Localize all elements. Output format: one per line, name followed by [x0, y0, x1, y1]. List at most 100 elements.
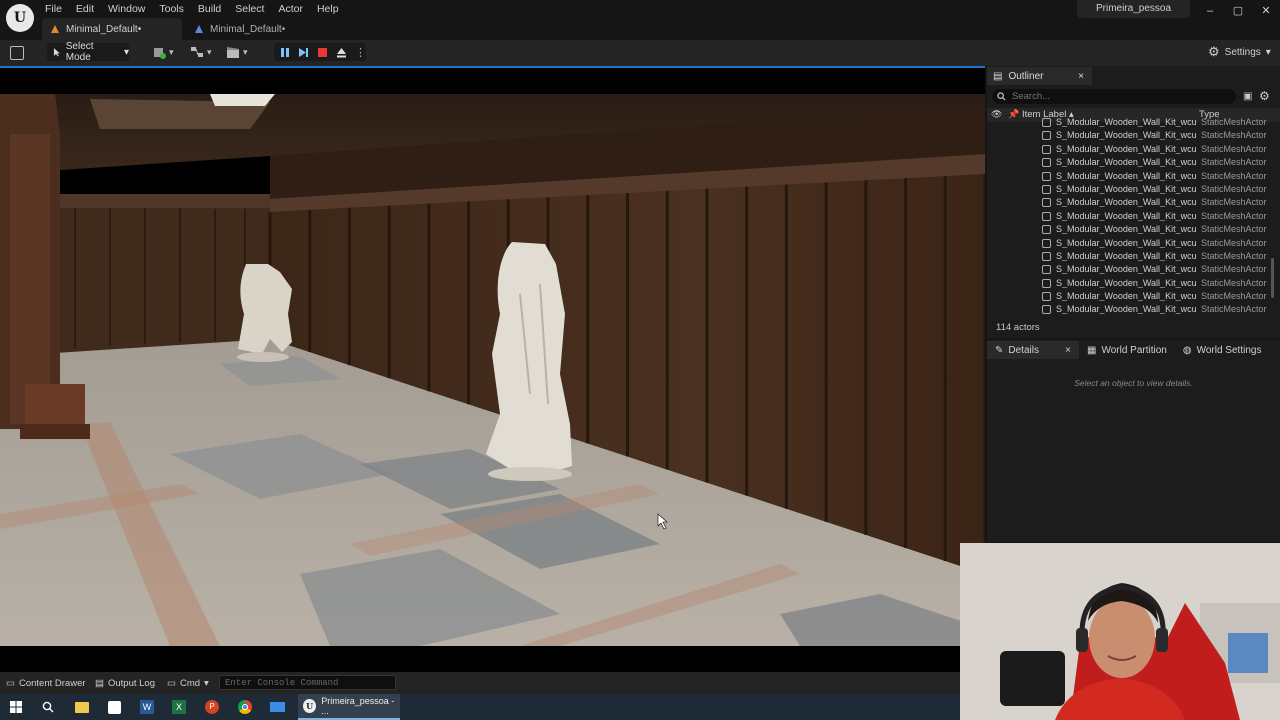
chevron-down-icon: ▾ [207, 46, 212, 57]
static-mesh-icon [1042, 131, 1051, 141]
outliner-row[interactable]: S_Modular_Wooden_Wall_Kit_wcusdi StaticMe… [987, 170, 1272, 183]
row-label: S_Modular_Wooden_Wall_Kit_wcusdi [1056, 197, 1196, 208]
outliner-row[interactable]: S_Modular_Wooden_Wall_Kit_wcusdi StaticMe… [987, 210, 1272, 223]
world-settings-label: World Settings [1196, 344, 1262, 356]
static-mesh-icon [1042, 171, 1051, 181]
menu-file[interactable]: File [38, 0, 69, 16]
row-type: StaticMeshActor [1201, 170, 1267, 181]
project-name: Primeira_pessoa [1077, 0, 1190, 18]
outliner-row[interactable]: S_Modular_Wooden_Wall_Kit_wcusdi StaticMe… [987, 156, 1272, 169]
cmd-dropdown[interactable]: ▭ Cmd ▾ [167, 675, 209, 691]
chevron-down-icon: ▾ [1265, 46, 1271, 58]
outliner-row[interactable]: S_Modular_Wooden_Wall_Kit_wcusdi StaticMe… [987, 303, 1272, 316]
outliner-row[interactable]: S_Modular_Wooden_Wall_Kit_wcusdi StaticMe… [987, 129, 1272, 142]
menu-window[interactable]: Window [101, 0, 152, 16]
content-drawer-button[interactable]: ▭ Content Drawer [6, 675, 86, 691]
cinematics-button[interactable]: ▾ [226, 44, 248, 60]
select-mode-dropdown[interactable]: Select Mode ▾ [47, 41, 129, 63]
webcam-overlay [960, 543, 1280, 720]
close-button[interactable]: ✕ [1252, 0, 1280, 22]
maximize-button[interactable]: ▢ [1224, 0, 1252, 22]
chevron-down-icon: ▾ [169, 46, 174, 57]
row-label: S_Modular_Wooden_Wall_Kit_wcusdi [1056, 264, 1196, 275]
outliner-row[interactable]: S_Modular_Wooden_Wall_Kit_wcusdi StaticMe… [987, 277, 1272, 290]
outliner-row[interactable]: S_Modular_Wooden_Wall_Kit_wcusdi StaticMe… [987, 223, 1272, 236]
word-icon[interactable]: W [136, 696, 158, 718]
store-icon[interactable] [103, 696, 125, 718]
row-type: StaticMeshActor [1201, 264, 1267, 275]
console-input[interactable] [220, 676, 395, 690]
tab-level-secondary[interactable]: Minimal_Default• [186, 18, 296, 40]
console-command-field[interactable] [219, 675, 396, 690]
content-drawer-icon: ▭ [6, 677, 15, 689]
minimize-button[interactable]: – [1196, 0, 1224, 22]
more-options-icon[interactable]: ⋮ [355, 46, 366, 59]
tab-level-active[interactable]: Minimal_Default• [42, 18, 182, 40]
menu-tools[interactable]: Tools [152, 0, 191, 16]
taskbar-unreal-app[interactable]: U Primeira_pessoa - ... [298, 694, 400, 720]
tab-details[interactable]: ✎ Details × [987, 341, 1079, 359]
menu-select[interactable]: Select [228, 0, 271, 16]
outliner-row[interactable]: S_Modular_Wooden_Wall_Kit_wcusdi StaticMe… [987, 143, 1272, 156]
row-label: S_Modular_Wooden_Wall_Kit_wcusdi [1056, 183, 1196, 194]
chrome-icon[interactable] [234, 696, 256, 718]
outliner-row[interactable]: S_Modular_Wooden_Wall_Kit_wcusdi StaticMe… [987, 196, 1272, 209]
outliner-row[interactable]: S_Modular_Wooden_Wall_Kit_wcusdi StaticMe… [987, 290, 1272, 303]
menu-edit[interactable]: Edit [69, 0, 101, 16]
settings-button[interactable]: ⚙ Settings ▾ [1208, 43, 1271, 61]
tab-world-partition[interactable]: ▦ World Partition [1079, 341, 1175, 359]
menu-help[interactable]: Help [310, 0, 346, 16]
add-actor-button[interactable]: ▾ [152, 44, 174, 60]
tab-outliner[interactable]: ▤ Outliner × [987, 67, 1092, 85]
static-mesh-icon [1042, 118, 1051, 127]
close-icon[interactable]: × [1078, 71, 1084, 82]
level-viewport[interactable] [0, 66, 985, 672]
stop-icon[interactable] [317, 47, 328, 58]
outliner-search-input[interactable] [1012, 91, 1212, 102]
save-icon[interactable] [10, 46, 24, 60]
outliner-row[interactable]: S_Modular_Wooden_Wall_Kit_wcusdi StaticMe… [987, 183, 1272, 196]
unreal-logo-icon[interactable]: U [6, 4, 34, 32]
outliner-search[interactable] [992, 89, 1236, 104]
blueprint-menu-button[interactable]: ▾ [190, 44, 212, 60]
close-icon[interactable]: × [1065, 345, 1071, 356]
details-tabs: ✎ Details × ▦ World Partition ◍ World Se… [987, 341, 1280, 359]
menu-actor[interactable]: Actor [271, 0, 310, 16]
row-type: StaticMeshActor [1201, 210, 1267, 221]
static-mesh-icon [1042, 251, 1051, 261]
search-icon[interactable] [37, 696, 59, 718]
row-label: S_Modular_Wooden_Wall_Kit_wcusdi [1056, 277, 1196, 288]
eject-icon[interactable] [336, 47, 347, 58]
level-icon [51, 25, 59, 33]
static-mesh-icon [1042, 265, 1051, 275]
pause-icon[interactable] [280, 47, 290, 58]
row-type: StaticMeshActor [1201, 224, 1267, 235]
outliner-row[interactable]: S_Modular_Wooden_Wall_Kit_wcusdi StaticMe… [987, 237, 1272, 250]
search-icon [997, 92, 1006, 101]
windows-start-icon[interactable] [5, 696, 27, 718]
static-mesh-icon [1042, 225, 1051, 235]
add-cube-icon [154, 48, 166, 59]
row-type: StaticMeshActor [1201, 117, 1267, 127]
static-mesh-icon [1042, 278, 1051, 288]
static-mesh-icon [1042, 238, 1051, 248]
outliner-row[interactable]: S_Modular_Wooden_Wall_Kit_wcusdi StaticMe… [987, 116, 1272, 129]
outliner-row[interactable]: S_Modular_Wooden_Wall_Kit_wcusdi StaticMe… [987, 263, 1272, 276]
excel-icon[interactable]: X [168, 696, 190, 718]
static-mesh-icon [1042, 211, 1051, 221]
tab-world-settings[interactable]: ◍ World Settings [1175, 341, 1270, 359]
folder-add-icon[interactable]: ▣ [1243, 91, 1252, 102]
step-play-icon[interactable] [298, 47, 309, 58]
output-log-button[interactable]: ▤ Output Log [95, 675, 155, 691]
powerpoint-icon[interactable]: P [201, 696, 223, 718]
viewport-scene [0, 94, 985, 646]
file-explorer-icon[interactable] [71, 696, 93, 718]
menu-build[interactable]: Build [191, 0, 228, 16]
cmd-label: Cmd [179, 677, 201, 689]
gear-icon[interactable]: ⚙ [1259, 89, 1270, 103]
outliner-scrollbar[interactable] [1271, 258, 1274, 298]
outliner-row[interactable]: S_Modular_Wooden_Wall_Kit_wcusdi StaticMe… [987, 250, 1272, 263]
webcam-image [960, 543, 1280, 720]
static-mesh-icon [1042, 292, 1051, 302]
mail-icon[interactable] [266, 696, 288, 718]
